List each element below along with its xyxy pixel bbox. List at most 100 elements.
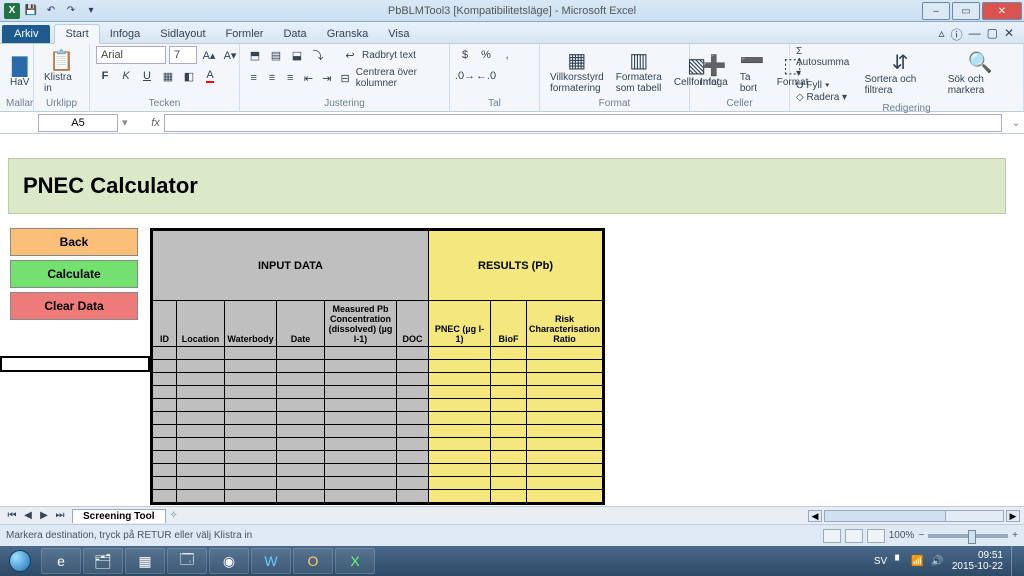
table-cell[interactable] — [527, 360, 603, 373]
table-cell[interactable] — [397, 399, 429, 412]
table-cell[interactable] — [225, 373, 277, 386]
tab-data[interactable]: Data — [273, 25, 316, 43]
zoom-out-icon[interactable]: − — [918, 530, 924, 541]
table-cell[interactable] — [491, 347, 527, 360]
ribbon-minimize-icon[interactable]: ▵ — [939, 26, 945, 43]
table-cell[interactable] — [177, 451, 225, 464]
table-cell[interactable] — [177, 386, 225, 399]
table-cell[interactable] — [429, 477, 491, 490]
table-cell[interactable] — [277, 373, 325, 386]
tray-flag-icon[interactable]: ▘ — [895, 556, 903, 567]
italic-icon[interactable]: K — [117, 67, 135, 85]
tab-start[interactable]: Start — [54, 24, 99, 44]
table-cell[interactable] — [491, 399, 527, 412]
table-cell[interactable] — [153, 438, 177, 451]
next-sheet-icon[interactable]: ▶ — [36, 510, 52, 521]
delete-cells-button[interactable]: ➖Ta bort — [736, 49, 769, 96]
table-cell[interactable] — [225, 412, 277, 425]
table-cell[interactable] — [277, 399, 325, 412]
border-icon[interactable]: ▦ — [159, 67, 177, 85]
window-minimize-button[interactable]: – — [922, 2, 950, 20]
calculate-button[interactable]: Calculate — [10, 260, 138, 288]
format-as-table-button[interactable]: ▥Formatera som tabell — [612, 49, 666, 96]
table-cell[interactable] — [429, 412, 491, 425]
align-top-icon[interactable]: ⬒ — [246, 46, 264, 64]
hav-addin-button[interactable]: ▇HaV — [6, 54, 33, 90]
table-cell[interactable] — [277, 477, 325, 490]
paste-button[interactable]: 📋Klistra in — [40, 49, 83, 96]
align-bottom-icon[interactable]: ⬓ — [288, 46, 306, 64]
view-normal-icon[interactable] — [823, 529, 841, 543]
show-desktop-button[interactable] — [1011, 546, 1018, 576]
hscroll-right-icon[interactable]: ▶ — [1006, 510, 1020, 522]
merge-center-icon[interactable]: ⊟ — [337, 69, 352, 87]
shrink-font-icon[interactable]: A▾ — [221, 46, 239, 64]
table-cell[interactable] — [527, 490, 603, 503]
taskbar-explorer-icon[interactable]: 🗂 — [83, 548, 123, 574]
table-cell[interactable] — [277, 464, 325, 477]
align-center-icon[interactable]: ≡ — [264, 69, 279, 87]
conditional-format-button[interactable]: ▦Villkorsstyrd formatering — [546, 49, 608, 96]
comma-icon[interactable]: , — [498, 46, 516, 64]
table-cell[interactable] — [429, 373, 491, 386]
table-cell[interactable] — [277, 438, 325, 451]
table-cell[interactable] — [429, 490, 491, 503]
table-cell[interactable] — [491, 490, 527, 503]
horizontal-scrollbar[interactable] — [824, 510, 1004, 522]
table-cell[interactable] — [429, 438, 491, 451]
table-cell[interactable] — [325, 412, 397, 425]
table-cell[interactable] — [225, 451, 277, 464]
table-cell[interactable] — [491, 412, 527, 425]
table-cell[interactable] — [429, 386, 491, 399]
hscroll-left-icon[interactable]: ◀ — [808, 510, 822, 522]
table-cell[interactable] — [153, 412, 177, 425]
save-icon[interactable]: 💾 — [22, 3, 40, 19]
help-icon[interactable]: ⓘ — [951, 26, 963, 43]
taskbar-ie-icon[interactable]: e — [41, 548, 81, 574]
table-cell[interactable] — [491, 373, 527, 386]
table-cell[interactable] — [325, 373, 397, 386]
table-cell[interactable] — [527, 347, 603, 360]
table-cell[interactable] — [177, 438, 225, 451]
table-cell[interactable] — [177, 360, 225, 373]
table-cell[interactable] — [153, 464, 177, 477]
table-cell[interactable] — [225, 438, 277, 451]
autosum-button[interactable]: Σ Autosumma ▾ — [796, 46, 857, 79]
table-cell[interactable] — [527, 399, 603, 412]
tray-sound-icon[interactable]: 🔊 — [931, 556, 943, 567]
table-cell[interactable] — [177, 425, 225, 438]
table-cell[interactable] — [429, 347, 491, 360]
table-cell[interactable] — [397, 490, 429, 503]
table-cell[interactable] — [225, 490, 277, 503]
table-cell[interactable] — [397, 477, 429, 490]
table-cell[interactable] — [527, 386, 603, 399]
font-color-icon[interactable]: A — [201, 67, 219, 85]
table-cell[interactable] — [325, 477, 397, 490]
table-cell[interactable] — [491, 438, 527, 451]
window-maximize-button[interactable]: ▭ — [952, 2, 980, 20]
table-cell[interactable] — [177, 399, 225, 412]
orientation-icon[interactable]: ⤵ — [309, 46, 327, 64]
zoom-in-icon[interactable]: + — [1012, 530, 1018, 541]
table-cell[interactable] — [491, 425, 527, 438]
table-cell[interactable] — [277, 490, 325, 503]
table-cell[interactable] — [277, 451, 325, 464]
tab-infoga[interactable]: Infoga — [100, 25, 151, 43]
redo-icon[interactable]: ↷ — [62, 3, 80, 19]
clear-button[interactable]: ◇ Radera ▾ — [796, 92, 857, 103]
doc-restore-icon[interactable]: ▢ — [987, 26, 998, 43]
table-cell[interactable] — [225, 425, 277, 438]
table-cell[interactable] — [325, 347, 397, 360]
table-cell[interactable] — [225, 360, 277, 373]
align-left-icon[interactable]: ≡ — [246, 69, 261, 87]
table-cell[interactable] — [325, 438, 397, 451]
start-button[interactable] — [0, 546, 40, 576]
table-cell[interactable] — [277, 360, 325, 373]
first-sheet-icon[interactable]: ⏮ — [4, 510, 20, 521]
table-cell[interactable] — [527, 451, 603, 464]
table-cell[interactable] — [153, 373, 177, 386]
tray-network-icon[interactable]: 📶 — [911, 556, 923, 567]
table-cell[interactable] — [325, 490, 397, 503]
taskbar-chrome-icon[interactable]: ◉ — [209, 548, 249, 574]
table-cell[interactable] — [153, 386, 177, 399]
